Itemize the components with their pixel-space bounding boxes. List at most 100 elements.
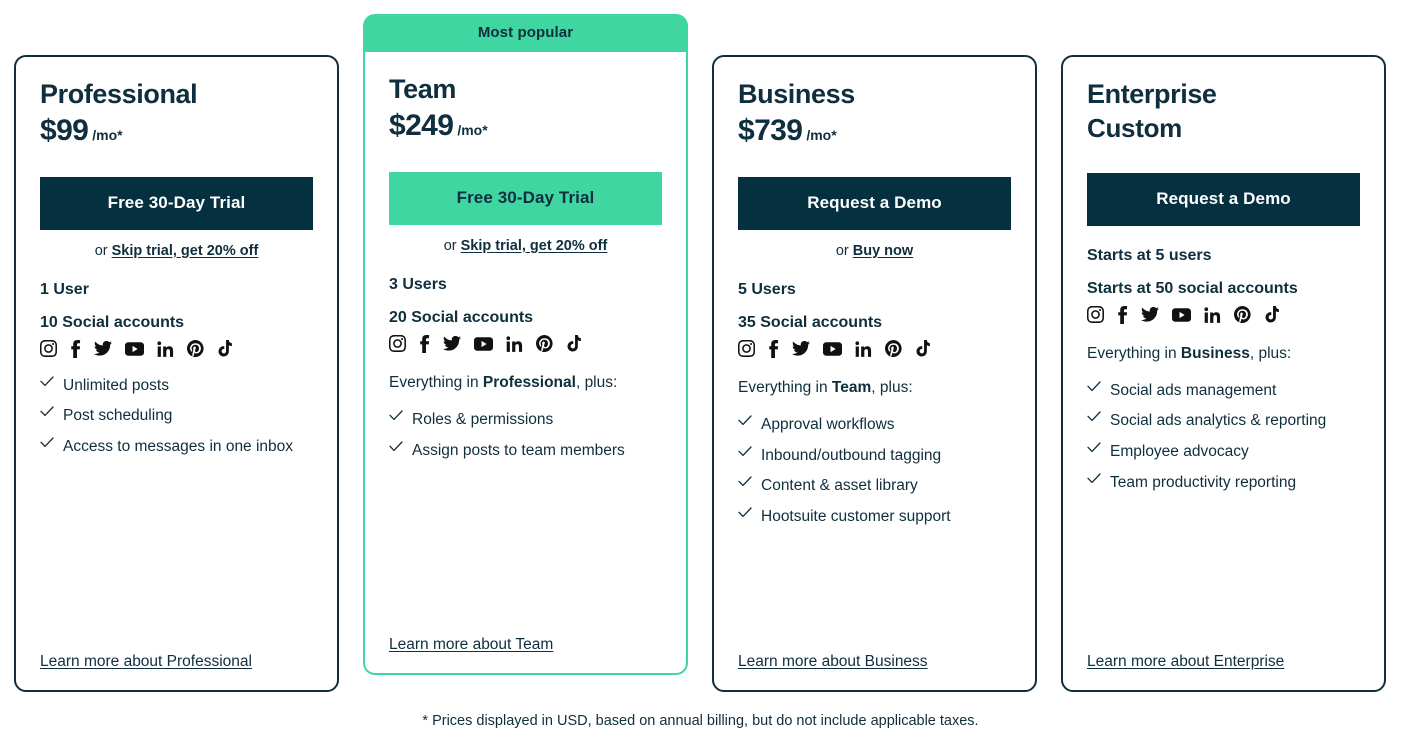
feature-item: Hootsuite customer support (738, 504, 1011, 530)
inherits-suffix: , plus: (575, 373, 618, 391)
plan-specs: 1 User 10 Social accounts (40, 280, 313, 334)
plan-price: $739 /mo* (738, 113, 1011, 149)
price-suffix: /mo* (806, 126, 837, 143)
price-amount: $249 (389, 108, 454, 142)
linkedin-icon (855, 341, 872, 357)
pinterest-icon (885, 340, 902, 358)
feature-text: Social ads management (1110, 381, 1277, 399)
learn-more-link-professional[interactable]: Learn more about Professional (40, 653, 252, 672)
feature-item: Team productivity reporting (1087, 470, 1360, 496)
secondary-offer-team: or Skip trial, get 20% off (389, 238, 662, 255)
plan-card-business[interactable]: Business $739 /mo* Request a Demo or Buy… (712, 55, 1037, 692)
learn-more-link-business[interactable]: Learn more about Business (738, 653, 928, 672)
inherits-line-team: Everything in Professional, plus: (389, 373, 662, 393)
feature-text: Social ads analytics & reporting (1110, 412, 1327, 430)
cta-slot: Request a Demo (1087, 173, 1360, 226)
spec-users: 3 Users (389, 275, 447, 293)
social-networks-row (738, 339, 1011, 359)
linkedin-icon (1204, 307, 1221, 323)
feature-text: Access to messages in one inbox (63, 438, 294, 455)
twitter-icon (792, 341, 810, 357)
inherits-prefix: Everything in (389, 373, 483, 391)
cta-slot: Request a Demo (738, 176, 1011, 230)
feature-text: Post scheduling (63, 407, 173, 425)
most-popular-badge: Most popular (363, 14, 688, 52)
social-networks-row (40, 339, 313, 359)
check-icon (1087, 381, 1101, 397)
learn-more-wrap: Learn more about Team (389, 636, 662, 657)
plan-card-team-wrapper: Most popular Team $249 /mo* Free 30-Day … (363, 14, 688, 675)
check-icon (40, 437, 54, 453)
price-suffix: /mo* (92, 126, 123, 143)
feature-item: Social ads analytics & reporting (1087, 408, 1360, 434)
tiktok-icon (1264, 306, 1279, 323)
feature-item: Roles & permissions (389, 407, 662, 433)
feature-text: Approval workflows (761, 416, 895, 434)
feature-item: Social ads management (1087, 378, 1360, 404)
plan-card-enterprise[interactable]: Enterprise Custom Request a Demo Starts … (1061, 55, 1386, 692)
instagram-icon (40, 340, 57, 358)
plan-name: Professional (40, 79, 198, 109)
skip-trial-link-team[interactable]: Skip trial, get 20% off (461, 238, 608, 254)
facebook-icon (768, 339, 779, 358)
price-amount: Custom (1087, 112, 1182, 143)
buy-now-link-business[interactable]: Buy now (853, 243, 913, 259)
plan-name: Team (389, 74, 456, 104)
tiktok-icon (566, 335, 581, 352)
plan-price: $249 /mo* (389, 108, 662, 144)
pricing-cards-row: Professional $99 /mo* Free 30-Day Trial … (0, 0, 1401, 692)
or-prefix: or (835, 242, 853, 259)
spec-users: 1 User (40, 280, 89, 298)
tiktok-icon (217, 340, 232, 357)
spec-social-accounts: 35 Social accounts (738, 314, 883, 332)
check-icon (40, 406, 54, 422)
plan-name: Enterprise (1087, 79, 1217, 109)
cta-button-professional[interactable]: Free 30-Day Trial (40, 176, 313, 230)
feature-item: Content & asset library (738, 473, 1011, 499)
plan-specs: 5 Users 35 Social accounts (738, 280, 1011, 334)
inherits-plan-name: Team (831, 378, 872, 396)
skip-trial-link-professional[interactable]: Skip trial, get 20% off (112, 243, 259, 259)
twitter-icon (443, 336, 461, 352)
learn-more-link-enterprise[interactable]: Learn more about Enterprise (1087, 653, 1284, 672)
spec-social-accounts: 20 Social accounts (389, 309, 534, 327)
inherits-suffix: , plus: (871, 378, 913, 396)
inherits-plan-name: Business (1180, 344, 1250, 362)
price-suffix: /mo* (457, 121, 488, 138)
feature-text: Employee advocacy (1110, 442, 1249, 460)
feature-text: Assign posts to team members (412, 441, 625, 459)
feature-item: Employee advocacy (1087, 439, 1360, 465)
cta-button-enterprise[interactable]: Request a Demo (1087, 173, 1360, 226)
feature-list: Social ads management Social ads analyti… (1087, 378, 1360, 500)
plan-card-professional[interactable]: Professional $99 /mo* Free 30-Day Trial … (14, 55, 339, 692)
spec-social-accounts: Starts at 50 social accounts (1087, 280, 1298, 298)
plan-specs: Starts at 5 users Starts at 50 social ac… (1087, 246, 1360, 300)
facebook-icon (70, 339, 81, 358)
learn-more-link-team[interactable]: Learn more about Team (389, 636, 553, 655)
youtube-icon (1172, 307, 1191, 322)
linkedin-icon (157, 341, 174, 357)
instagram-icon (389, 335, 406, 353)
plan-card-team[interactable]: Team $249 /mo* Free 30-Day Trial or Skip… (363, 52, 688, 675)
check-icon (40, 376, 54, 392)
price-amount: $739 (738, 113, 803, 147)
instagram-icon (1087, 306, 1104, 324)
pinterest-icon (1234, 306, 1251, 324)
feature-item: Assign posts to team members (389, 438, 662, 464)
check-icon (1087, 411, 1101, 427)
cta-button-team[interactable]: Free 30-Day Trial (389, 171, 662, 225)
feature-item: Post scheduling (40, 403, 313, 429)
feature-list: Roles & permissions Assign posts to team… (389, 407, 662, 468)
check-icon (1087, 472, 1101, 489)
check-icon (389, 440, 403, 457)
check-icon (738, 507, 752, 523)
twitter-icon (1141, 307, 1159, 322)
cta-slot: Free 30-Day Trial (389, 171, 662, 225)
learn-more-wrap: Learn more about Enterprise (1087, 653, 1360, 674)
cta-button-business[interactable]: Request a Demo (738, 176, 1011, 230)
plan-price: $99 /mo* (40, 113, 313, 149)
youtube-icon (823, 342, 842, 356)
feature-item: Unlimited posts (40, 373, 313, 399)
